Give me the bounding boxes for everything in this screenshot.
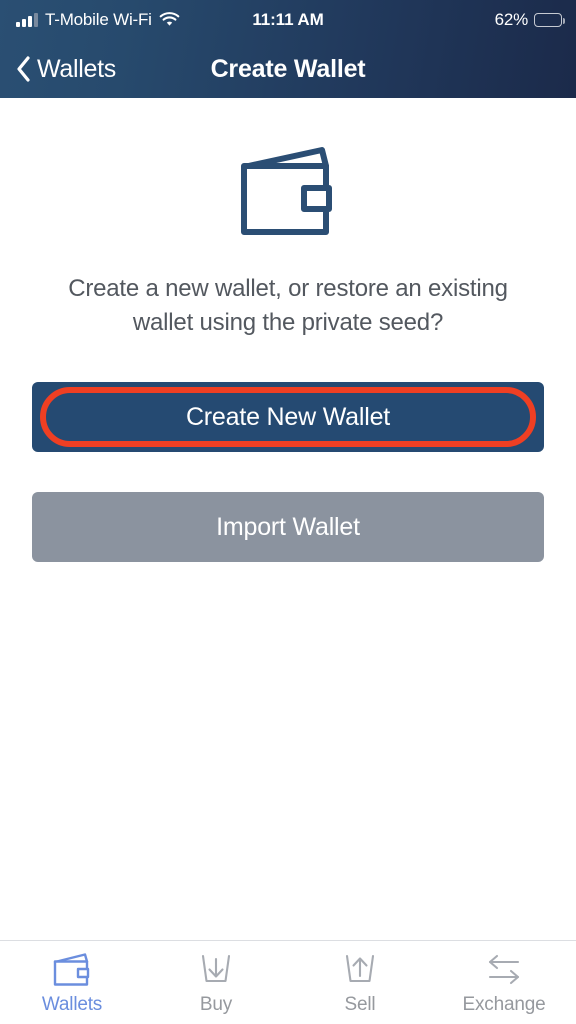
- navigation-bar: Wallets Create Wallet: [0, 40, 576, 98]
- tab-wallets-label: Wallets: [41, 994, 103, 1015]
- tab-exchange-label: Exchange: [462, 994, 546, 1015]
- back-button[interactable]: Wallets: [16, 55, 116, 84]
- app-screen: T-Mobile Wi-Fi 11:11 AM 62% Wallets Crea…: [0, 0, 576, 1024]
- tab-buy-label: Buy: [199, 994, 233, 1015]
- create-new-wallet-button-wrapper: Create New Wallet: [32, 382, 544, 453]
- main-content: Create a new wallet, or restore an exist…: [0, 98, 576, 940]
- tab-buy[interactable]: Buy: [144, 941, 288, 1024]
- signal-bars-icon: [16, 13, 38, 27]
- import-wallet-button[interactable]: Import Wallet: [32, 492, 544, 563]
- tray-arrow-up-icon: [341, 953, 379, 987]
- wallet-icon: [52, 953, 92, 987]
- tray-arrow-down-icon: [197, 953, 235, 987]
- status-bar: T-Mobile Wi-Fi 11:11 AM 62%: [0, 0, 576, 40]
- chevron-left-icon: [16, 56, 31, 82]
- carrier-label: T-Mobile Wi-Fi: [45, 10, 152, 29]
- battery-icon: [534, 13, 565, 27]
- battery-percent-label: 62%: [494, 10, 529, 29]
- create-new-wallet-button[interactable]: Create New Wallet: [32, 382, 544, 453]
- tab-exchange[interactable]: Exchange: [432, 941, 576, 1024]
- header: T-Mobile Wi-Fi 11:11 AM 62% Wallets Crea…: [0, 0, 576, 98]
- back-button-label: Wallets: [37, 54, 116, 83]
- tab-sell-label: Sell: [344, 994, 376, 1015]
- description-text: Create a new wallet, or restore an exist…: [68, 275, 508, 337]
- tab-wallets[interactable]: Wallets: [0, 941, 144, 1024]
- tab-sell[interactable]: Sell: [288, 941, 432, 1024]
- wallet-icon: [233, 142, 343, 242]
- bottom-tab-bar: Wallets Buy Sell Exchange: [0, 940, 576, 1024]
- wifi-icon: [159, 12, 180, 28]
- status-bar-left: T-Mobile Wi-Fi: [16, 10, 180, 30]
- status-bar-right: 62%: [494, 10, 565, 30]
- exchange-arrows-icon: [482, 953, 526, 987]
